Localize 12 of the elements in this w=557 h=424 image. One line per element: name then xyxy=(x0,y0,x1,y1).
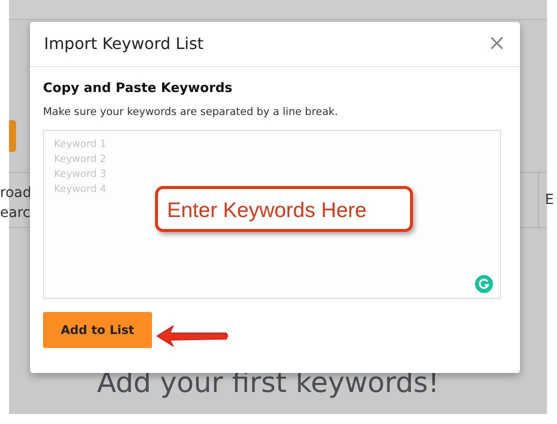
add-to-list-button[interactable]: Add to List xyxy=(43,312,152,348)
grammar-check-icon[interactable] xyxy=(475,275,493,294)
action-button[interactable] xyxy=(9,120,16,152)
table-cell-text: earc xyxy=(0,204,32,223)
section-title: Copy and Paste Keywords xyxy=(43,81,234,97)
modal-title: Import Keyword List xyxy=(44,34,204,54)
table-cell-text: E xyxy=(545,192,554,208)
hint-text: Make sure your keywords are separated by a line break. xyxy=(43,104,339,120)
close-button[interactable]: × xyxy=(488,33,506,55)
arrow-icon xyxy=(156,325,230,347)
table-cell-text: road xyxy=(0,184,32,203)
callout-box: Enter Keywords Here xyxy=(155,186,413,232)
